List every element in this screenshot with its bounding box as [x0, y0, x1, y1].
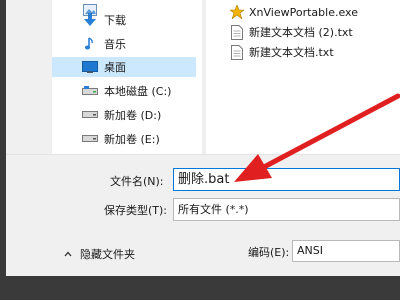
music-note-icon	[82, 37, 98, 51]
file-item-text-2[interactable]: 新建文本文档 (2).txt	[230, 23, 353, 41]
nav-item-label: 本地磁盘 (C:)	[104, 85, 172, 98]
save-as-dialog: 下载 音乐 桌面 本地磁盘 (C:) 新加卷 (D:) 新加卷 (E:) XnV…	[6, 0, 400, 276]
encoding-label: 编码(E):	[248, 246, 290, 259]
encoding-select[interactable]: ANSI	[292, 240, 400, 262]
file-item-text[interactable]: 新建文本文档.txt	[230, 43, 334, 61]
nav-item-drive-e[interactable]: 新加卷 (E:)	[52, 129, 196, 149]
drive-icon	[82, 84, 98, 98]
drive-icon	[82, 108, 98, 122]
nav-item-drive-c[interactable]: 本地磁盘 (C:)	[52, 81, 196, 101]
pane-divider	[6, 154, 400, 155]
filename-input[interactable]: 删除.bat	[173, 168, 400, 191]
nav-item-label: 新加卷 (E:)	[104, 133, 160, 146]
nav-item-drive-d[interactable]: 新加卷 (D:)	[52, 105, 196, 125]
drive-icon	[82, 132, 98, 146]
desktop-icon	[82, 60, 98, 74]
navigation-pane: 下载 音乐 桌面 本地磁盘 (C:) 新加卷 (D:) 新加卷 (E:)	[52, 0, 250, 154]
file-name: 新建文本文档 (2).txt	[249, 26, 353, 39]
download-arrow-icon	[82, 13, 98, 27]
nav-item-label: 下载	[104, 14, 126, 27]
hide-folders-button[interactable]: 隐藏文件夹	[64, 246, 135, 262]
chevron-up-icon	[64, 251, 72, 257]
file-item-xnview[interactable]: XnViewPortable.exe	[230, 3, 358, 21]
file-name: 新建文本文档.txt	[249, 46, 334, 59]
nav-item-label: 音乐	[104, 38, 126, 51]
hide-folders-label: 隐藏文件夹	[80, 248, 135, 261]
text-file-icon	[230, 24, 244, 40]
nav-item-label: 新加卷 (D:)	[104, 109, 162, 122]
text-file-icon	[230, 44, 244, 60]
file-name: XnViewPortable.exe	[249, 5, 358, 19]
filetype-label: 保存类型(T):	[104, 204, 168, 217]
nav-item-downloads[interactable]: 下载	[52, 10, 196, 30]
filename-label: 文件名(N):	[110, 175, 164, 188]
file-list-pane: XnViewPortable.exe 新建文本文档 (2).txt 新建文本文档…	[206, 0, 400, 154]
exe-file-icon	[230, 4, 244, 20]
nav-item-label: 桌面	[104, 61, 126, 74]
nav-item-desktop[interactable]: 桌面	[52, 57, 196, 77]
background-strip	[0, 276, 400, 300]
nav-item-music[interactable]: 音乐	[52, 34, 196, 54]
filetype-select[interactable]: 所有文件 (*.*)	[173, 198, 400, 221]
